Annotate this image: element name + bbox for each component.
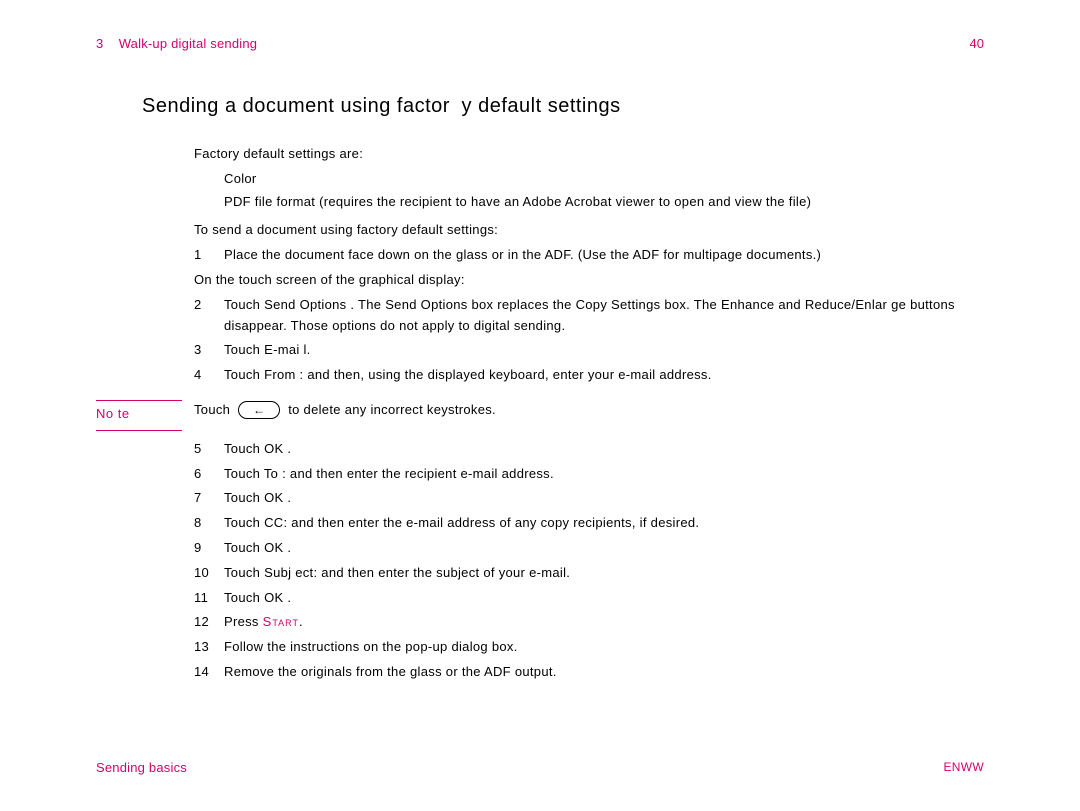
note-label: No te (96, 400, 182, 431)
step-number: 10 (194, 563, 224, 584)
step-text: Press Start. (224, 612, 984, 633)
step-number: 9 (194, 538, 224, 559)
chapter-number: 3 (96, 36, 103, 51)
arrow-left-icon: ← (253, 404, 265, 416)
note-pre-text: Touch (194, 400, 230, 421)
step-text: Place the document face down on the glas… (224, 245, 984, 266)
note-post-text: to delete any incorrect keystrokes. (288, 400, 496, 421)
step-row: 4 Touch From : and then, using the displ… (194, 365, 984, 386)
step-number: 4 (194, 365, 224, 386)
step-text: Touch OK . (224, 439, 984, 460)
step-row: 14 Remove the originals from the glass o… (194, 662, 984, 683)
step-number: 13 (194, 637, 224, 658)
step-text: Touch E-mai l. (224, 340, 984, 361)
body-content: Factory default settings are: Color PDF … (194, 144, 984, 683)
step-number: 12 (194, 612, 224, 633)
backspace-icon: ← (238, 401, 280, 419)
step-number: 7 (194, 488, 224, 509)
section-title: Sending a document using factor y defaul… (142, 95, 984, 118)
step-row: 11 Touch OK . (194, 588, 984, 609)
chapter-title: Walk-up digital sending (119, 36, 258, 51)
note-block: No te Touch ← to delete any incorrect ke… (194, 400, 984, 421)
step-number: 8 (194, 513, 224, 534)
step-text: Touch Subj ect: and then enter the subje… (224, 563, 984, 584)
step-number: 3 (194, 340, 224, 361)
footer-left: Sending basics (96, 760, 187, 775)
bullet-list: Color PDF file format (requires the reci… (224, 169, 984, 213)
step-row: 6 Touch To : and then enter the recipien… (194, 464, 984, 485)
note-body: Touch ← to delete any incorrect keystrok… (194, 400, 984, 421)
step-number: 14 (194, 662, 224, 683)
step-number: 6 (194, 464, 224, 485)
step-row: 5 Touch OK . (194, 439, 984, 460)
step-row: 1 Place the document face down on the gl… (194, 245, 984, 266)
step-row: 9 Touch OK . (194, 538, 984, 559)
document-page: 3 Walk-up digital sending 40 Sending a d… (0, 0, 1080, 811)
bullet-item: Color (224, 169, 984, 190)
step-text: Touch To : and then enter the recipient … (224, 464, 984, 485)
header-left: 3 Walk-up digital sending (96, 36, 257, 51)
step-text: Follow the instructions on the pop-up di… (224, 637, 984, 658)
step-row: 13 Follow the instructions on the pop-up… (194, 637, 984, 658)
step-text: Touch OK . (224, 538, 984, 559)
step-number: 5 (194, 439, 224, 460)
start-keyword: Start (263, 614, 299, 629)
step-text: Touch OK . (224, 488, 984, 509)
step12-post: . (299, 614, 303, 629)
step-row: 7 Touch OK . (194, 488, 984, 509)
step-text: Touch Send Options . The Send Options bo… (224, 295, 984, 337)
step-text: Touch CC: and then enter the e-mail addr… (224, 513, 984, 534)
step-text: Remove the originals from the glass or t… (224, 662, 984, 683)
page-header: 3 Walk-up digital sending 40 (96, 36, 984, 51)
step-text: Touch From : and then, using the display… (224, 365, 984, 386)
step-row: 12 Press Start. (194, 612, 984, 633)
footer-right: ENWW (943, 760, 984, 775)
page-number: 40 (970, 36, 984, 51)
step-text: Touch OK . (224, 588, 984, 609)
bullet-item: PDF file format (requires the recipient … (224, 192, 984, 213)
step12-pre: Press (224, 614, 263, 629)
step-row: 2 Touch Send Options . The Send Options … (194, 295, 984, 337)
step-number: 11 (194, 588, 224, 609)
step-row: 3 Touch E-mai l. (194, 340, 984, 361)
intro-text: Factory default settings are: (194, 144, 984, 165)
step-row: 8 Touch CC: and then enter the e-mail ad… (194, 513, 984, 534)
page-footer: Sending basics ENWW (96, 760, 984, 775)
step-number: 1 (194, 245, 224, 266)
step-row: 10 Touch Subj ect: and then enter the su… (194, 563, 984, 584)
subheading: To send a document using factory default… (194, 220, 984, 241)
step-number: 2 (194, 295, 224, 337)
subheading: On the touch screen of the graphical dis… (194, 270, 984, 291)
